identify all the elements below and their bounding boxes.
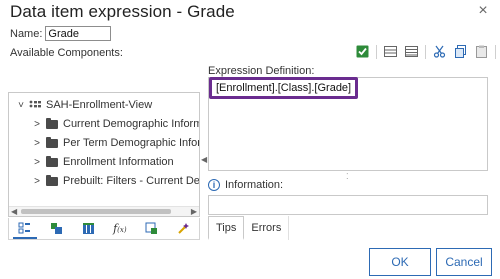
tree-item[interactable]: > Per Term Demographic Inform	[31, 134, 200, 152]
paste-icon[interactable]	[474, 44, 489, 59]
available-components-label: Available Components:	[10, 47, 123, 59]
tree-item[interactable]: > Prebuilt: Filters - Current Demo	[31, 172, 200, 190]
expression-definition-label: Expression Definition:	[208, 65, 315, 77]
expression-toolbar	[355, 44, 500, 59]
expression-editor[interactable]: [Enrollment].[Class].[Grade]	[208, 77, 488, 171]
source-tree-panel: ˅ SAH-Enrollment-View > Current Demograp…	[8, 92, 200, 217]
data-items-tab-icon[interactable]	[41, 218, 73, 239]
scroll-right-icon[interactable]: ▶	[191, 207, 197, 216]
folder-icon	[46, 174, 58, 186]
tree-item-label: Enrollment Information	[63, 156, 174, 168]
scroll-thumb[interactable]	[21, 209, 171, 214]
name-input[interactable]	[45, 26, 112, 41]
tree-item-label: Prebuilt: Filters - Current Demo	[63, 175, 200, 187]
toolbar-divider	[425, 44, 426, 59]
folder-icon	[46, 136, 58, 148]
toolbar-divider	[376, 44, 377, 59]
copy-icon[interactable]	[453, 44, 468, 59]
close-icon[interactable]: ×	[474, 2, 492, 20]
source-tab-icon[interactable]	[9, 218, 41, 239]
ok-button[interactable]: OK	[369, 248, 431, 276]
folder-icon	[46, 155, 58, 167]
tree-item[interactable]: > Current Demographic Informati	[31, 115, 200, 133]
folder-icon	[46, 117, 58, 129]
query-items-tab-icon[interactable]	[136, 218, 168, 239]
package-icon	[29, 100, 42, 110]
resize-handle-icon[interactable]: ⁚	[346, 172, 349, 181]
tree-root-label: SAH-Enrollment-View	[46, 99, 153, 111]
functions-tab-icon[interactable]: f(x)	[104, 218, 136, 239]
cancel-button[interactable]: Cancel	[436, 248, 492, 276]
parameters-tab-icon[interactable]	[72, 218, 104, 239]
collapse-icon[interactable]: ˅	[15, 100, 27, 111]
tab-errors[interactable]: Errors	[244, 216, 290, 240]
expand-icon[interactable]: >	[31, 138, 43, 149]
dialog-title: Data item expression - Grade	[10, 2, 235, 21]
expand-icon[interactable]: >	[31, 176, 43, 187]
scroll-left-icon[interactable]: ◀	[11, 207, 17, 216]
cut-icon[interactable]	[432, 44, 447, 59]
grid-alt-icon[interactable]	[404, 44, 419, 59]
macros-tab-icon[interactable]	[167, 218, 199, 239]
info-icon: i	[208, 179, 220, 191]
panel-splitter-icon[interactable]: ◀	[201, 155, 207, 164]
validate-icon[interactable]	[355, 44, 370, 59]
name-label: Name:	[10, 27, 43, 40]
information-header: i Information:	[208, 179, 283, 191]
expand-icon[interactable]: >	[31, 157, 43, 168]
grid-icon[interactable]	[383, 44, 398, 59]
expression-text[interactable]: [Enrollment].[Class].[Grade]	[209, 77, 359, 99]
info-tabs: Tips Errors	[208, 216, 290, 240]
tree-item-label: Per Term Demographic Inform	[63, 137, 200, 149]
information-panel	[208, 195, 488, 215]
tree-item-label: Current Demographic Informati	[63, 118, 200, 130]
tab-tips[interactable]: Tips	[208, 216, 245, 240]
expand-icon[interactable]: >	[31, 119, 43, 130]
name-row: Name:	[10, 26, 112, 41]
information-label: Information:	[225, 179, 284, 191]
toolbar-divider	[495, 44, 496, 59]
horizontal-scrollbar[interactable]: ◀ ▶	[9, 206, 199, 216]
tree-item[interactable]: > Enrollment Information	[31, 153, 174, 171]
tree-root-item[interactable]: ˅ SAH-Enrollment-View	[15, 96, 152, 114]
data-item-expression-dialog: Data item expression - Grade × Name: Ava…	[0, 0, 500, 279]
component-tabs: f(x)	[8, 218, 200, 240]
